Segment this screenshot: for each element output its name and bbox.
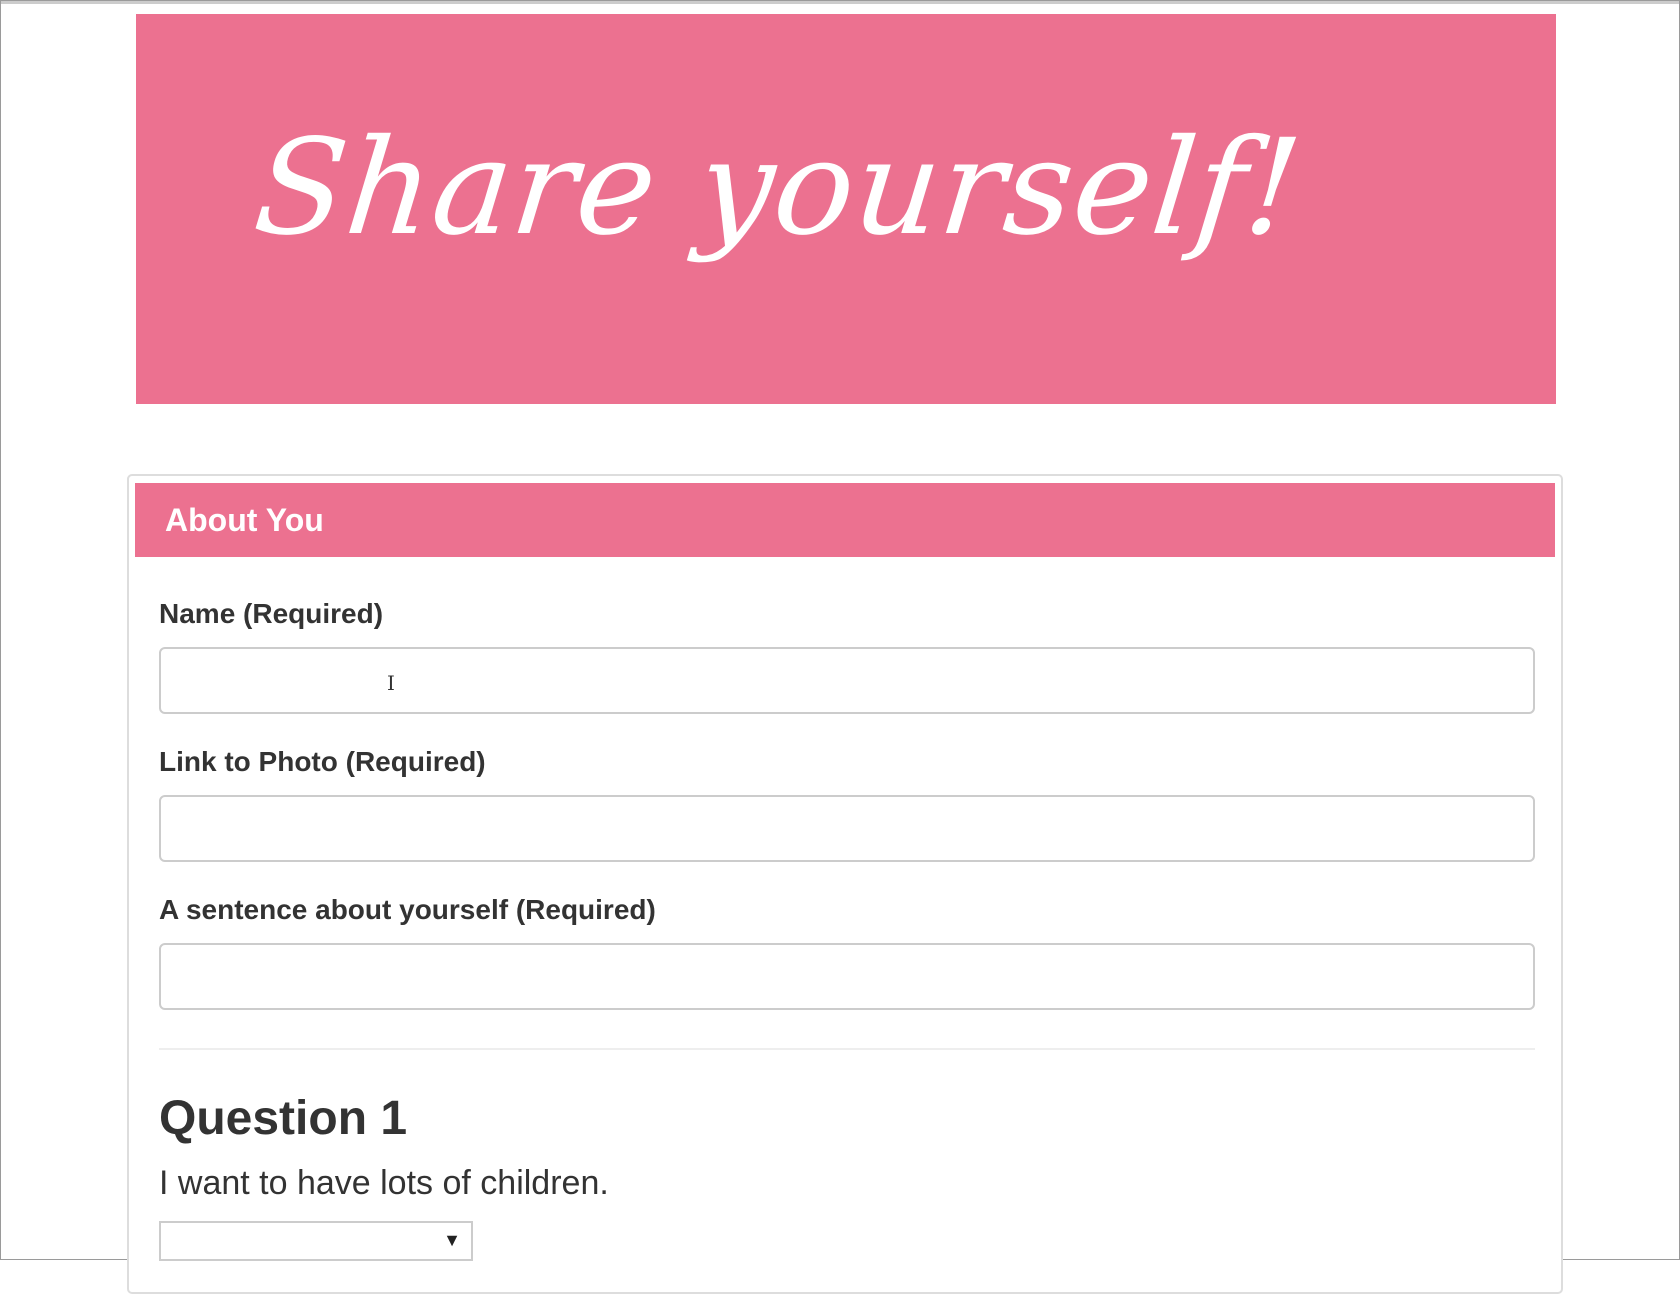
chevron-down-icon: ▼: [443, 1230, 461, 1250]
sentence-input[interactable]: [159, 943, 1535, 1010]
name-input[interactable]: [159, 647, 1535, 714]
name-label: Name (Required): [159, 598, 384, 629]
photo-link-input[interactable]: [159, 795, 1535, 862]
section-divider: [159, 1048, 1535, 1050]
panel-heading-title: About You: [165, 502, 324, 538]
text-cursor-icon: I: [387, 671, 395, 695]
sentence-label: A sentence about yourself (Required): [159, 894, 656, 925]
panel-heading: About You: [135, 483, 1555, 557]
photo-link-label: Link to Photo (Required): [159, 746, 486, 777]
hero-banner: Share yourself!: [136, 14, 1556, 404]
question-1-text: I want to have lots of children.: [159, 1164, 609, 1202]
about-you-panel: About You Name (Required) I Link to Phot…: [127, 474, 1563, 1294]
page-frame: Share yourself! About You Name (Required…: [0, 0, 1680, 1294]
top-rule: [1, 1, 1679, 4]
question-1-select[interactable]: ▼: [159, 1221, 473, 1261]
question-1-heading: Question 1: [159, 1092, 408, 1145]
hero-title: Share yourself!: [247, 111, 1309, 265]
